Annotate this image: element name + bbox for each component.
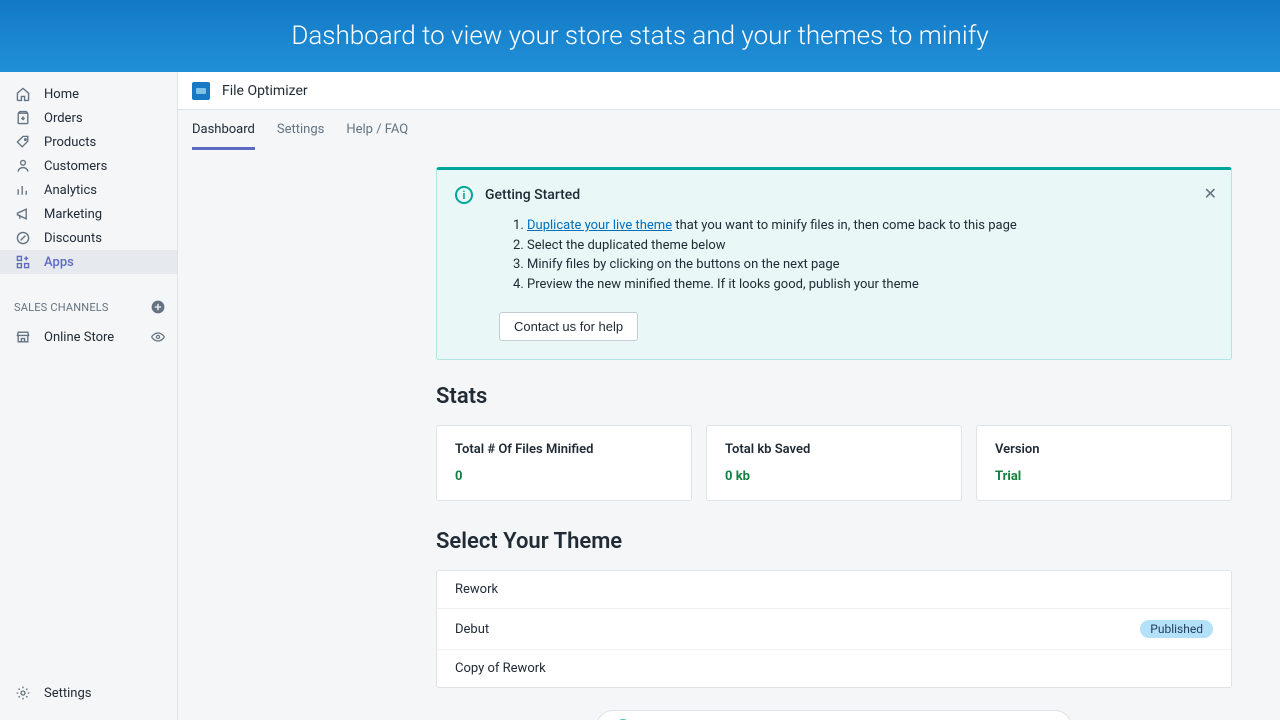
callout-title: Getting Started <box>485 187 580 203</box>
apps-icon <box>14 253 32 271</box>
sidebar-item-home[interactable]: Home <box>0 82 177 106</box>
tab-help-faq[interactable]: Help / FAQ <box>346 110 408 150</box>
customers-icon <box>14 157 32 175</box>
store-icon <box>14 328 32 346</box>
app-header: File Optimizer <box>178 72 1280 110</box>
sales-channels-label: SALES CHANNELS <box>14 301 109 314</box>
theme-name: Copy of Rework <box>455 661 546 676</box>
sidebar-item-label: Customers <box>44 159 107 174</box>
stat-label: Version <box>995 442 1213 457</box>
top-banner: Dashboard to view your store stats and y… <box>0 0 1280 72</box>
sidebar-item-label: Home <box>44 87 79 102</box>
getting-started-callout: ✕ i Getting Started Duplicate your live … <box>436 167 1232 360</box>
sidebar-item-analytics[interactable]: Analytics <box>0 178 177 202</box>
theme-row[interactable]: Copy of Rework <box>437 650 1231 687</box>
marketing-icon <box>14 205 32 223</box>
banner-text: Dashboard to view your store stats and y… <box>291 21 988 51</box>
tab-dashboard[interactable]: Dashboard <box>192 110 255 150</box>
stat-value: Trial <box>995 469 1213 484</box>
add-channel-icon[interactable] <box>149 298 167 316</box>
products-icon <box>14 133 32 151</box>
themes-title: Select Your Theme <box>436 529 1232 554</box>
stats-grid: Total # Of Files Minified 0 Total kb Sav… <box>436 425 1232 501</box>
theme-name: Debut <box>455 622 489 637</box>
close-icon[interactable]: ✕ <box>1204 184 1217 203</box>
settings-label: Settings <box>44 686 91 701</box>
step-4: Preview the new minified theme. If it lo… <box>527 275 1213 295</box>
sidebar-item-label: Products <box>44 135 96 150</box>
theme-name: Rework <box>455 582 498 597</box>
theme-row[interactable]: Rework <box>437 571 1231 609</box>
duplicate-theme-link[interactable]: Duplicate your live theme <box>527 218 672 233</box>
app-logo <box>192 82 210 100</box>
sidebar-item-customers[interactable]: Customers <box>0 154 177 178</box>
stat-label: Total kb Saved <box>725 442 943 457</box>
sidebar-item-label: Orders <box>44 111 83 126</box>
sidebar-item-products[interactable]: Products <box>0 130 177 154</box>
sidebar-item-marketing[interactable]: Marketing <box>0 202 177 226</box>
analytics-icon <box>14 181 32 199</box>
stats-title: Stats <box>436 384 1232 409</box>
stat-label: Total # Of Files Minified <box>455 442 673 457</box>
eye-icon[interactable] <box>149 328 167 346</box>
discounts-icon <box>14 229 32 247</box>
home-icon <box>14 85 32 103</box>
tabs: Dashboard Settings Help / FAQ <box>178 110 1280 151</box>
step-2: Select the duplicated theme below <box>527 236 1213 256</box>
stat-card-version: Version Trial <box>976 425 1232 501</box>
app-name: File Optimizer <box>222 83 308 99</box>
sidebar-item-discounts[interactable]: Discounts <box>0 226 177 250</box>
sidebar-item-label: Marketing <box>44 207 102 222</box>
contact-us-button[interactable]: Contact us for help <box>499 312 638 341</box>
stat-card-kb: Total kb Saved 0 kb <box>706 425 962 501</box>
sidebar: Home Orders Products Customers Analytics… <box>0 72 178 720</box>
sidebar-item-label: Discounts <box>44 231 102 246</box>
tab-settings[interactable]: Settings <box>277 110 324 150</box>
orders-icon <box>14 109 32 127</box>
footer-help: ? Contact fileoptimizer@speedboostr.com … <box>596 710 1072 720</box>
channel-label: Online Store <box>44 330 114 345</box>
sidebar-settings[interactable]: Settings <box>0 678 177 708</box>
step-1: Duplicate your live theme that you want … <box>527 216 1213 236</box>
sidebar-item-label: Apps <box>44 255 74 270</box>
step-3: Minify files by clicking on the buttons … <box>527 255 1213 275</box>
published-badge: Published <box>1140 620 1213 638</box>
sidebar-item-orders[interactable]: Orders <box>0 106 177 130</box>
sidebar-item-label: Analytics <box>44 183 97 198</box>
sales-channels-header: SALES CHANNELS <box>0 290 177 324</box>
channel-online-store[interactable]: Online Store <box>0 324 177 350</box>
gear-icon <box>14 684 32 702</box>
info-icon: i <box>455 186 473 204</box>
sidebar-item-apps[interactable]: Apps <box>0 250 177 274</box>
themes-list: Rework Debut Published Copy of Rework <box>436 570 1232 688</box>
theme-row[interactable]: Debut Published <box>437 609 1231 650</box>
stat-value: 0 kb <box>725 469 943 484</box>
stat-card-files: Total # Of Files Minified 0 <box>436 425 692 501</box>
stat-value: 0 <box>455 469 673 484</box>
